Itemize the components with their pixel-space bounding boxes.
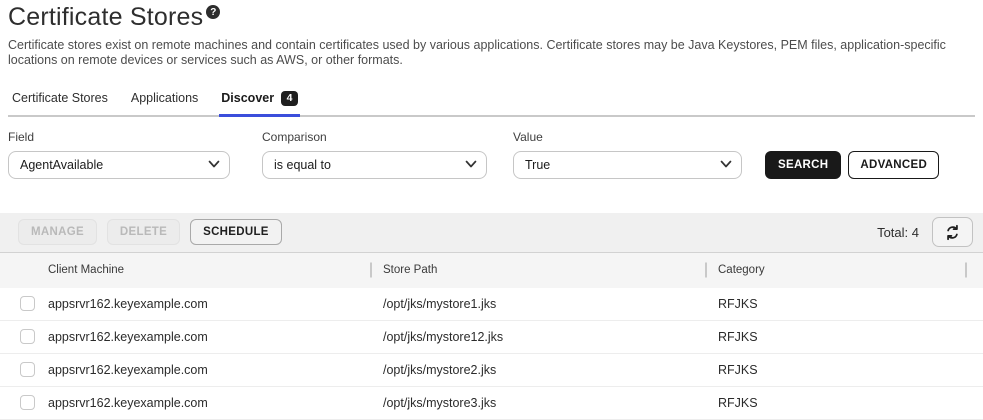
header-end-cell [965,253,983,288]
tab-label: Certificate Stores [12,91,108,105]
refresh-icon [943,223,962,242]
tab-discover[interactable]: Discover 4 [219,91,300,117]
table-row[interactable]: appsrvr162.keyexample.com /opt/jks/mysto… [0,288,983,321]
table-header: Client Machine Store Path Category [0,253,983,288]
tab-certificate-stores[interactable]: Certificate Stores [10,91,110,115]
column-header-client-machine[interactable]: Client Machine [40,264,370,276]
value-label: Value [513,130,742,144]
cell-store-path: /opt/jks/mystore12.jks [370,330,705,344]
manage-button[interactable]: MANAGE [18,219,97,245]
page-header: Certificate Stores ? Certificate stores … [0,0,983,179]
cell-category: RFJKS [705,330,965,344]
table-row[interactable]: appsrvr162.keyexample.com /opt/jks/mysto… [0,321,983,354]
field-group: Field AgentAvailable [8,130,230,179]
column-header-category[interactable]: Category [705,264,965,276]
results-grid: MANAGE DELETE SCHEDULE Total: 4 Client M… [0,213,983,420]
row-checkbox[interactable] [20,395,35,410]
chevron-down-icon [208,160,220,169]
column-header-store-path[interactable]: Store Path [370,264,705,276]
delete-button[interactable]: DELETE [107,219,180,245]
comparison-group: Comparison is equal to [262,130,487,179]
cell-client-machine: appsrvr162.keyexample.com [40,297,370,311]
cell-client-machine: appsrvr162.keyexample.com [40,396,370,410]
comparison-label: Comparison [262,130,487,144]
tab-label: Applications [131,91,198,105]
value-group: Value True [513,130,742,179]
certificate-stores-page: Certificate Stores ? Certificate stores … [0,0,983,420]
chevron-down-icon [465,160,477,169]
grid-toolbar: MANAGE DELETE SCHEDULE Total: 4 [0,213,983,253]
cell-client-machine: appsrvr162.keyexample.com [40,330,370,344]
tab-label: Discover [221,91,274,105]
comparison-select[interactable]: is equal to [262,151,487,179]
chevron-down-icon [720,160,732,169]
discover-count-badge: 4 [281,91,298,106]
advanced-button[interactable]: ADVANCED [848,151,939,179]
refresh-button[interactable] [932,217,973,247]
field-select[interactable]: AgentAvailable [8,151,230,179]
row-checkbox[interactable] [20,362,35,377]
search-button[interactable]: SEARCH [765,151,841,179]
value-select[interactable]: True [513,151,742,179]
field-label: Field [8,130,230,144]
cell-store-path: /opt/jks/mystore2.jks [370,363,705,377]
value-select-value: True [525,158,550,172]
cell-store-path: /opt/jks/mystore3.jks [370,396,705,410]
cell-store-path: /opt/jks/mystore1.jks [370,297,705,311]
page-title: Certificate Stores [8,3,203,32]
cell-category: RFJKS [705,297,965,311]
cell-category: RFJKS [705,363,965,377]
tab-bar: Certificate Stores Applications Discover… [8,91,975,117]
row-checkbox[interactable] [20,329,35,344]
title-row: Certificate Stores ? [8,3,975,32]
field-select-value: AgentAvailable [20,158,103,172]
page-description: Certificate stores exist on remote machi… [8,38,950,67]
table-row[interactable]: appsrvr162.keyexample.com /opt/jks/mysto… [0,354,983,387]
total-count: Total: 4 [877,225,919,240]
comparison-select-value: is equal to [274,158,331,172]
cell-category: RFJKS [705,396,965,410]
tab-applications[interactable]: Applications [129,91,200,115]
search-form: Field AgentAvailable Comparison is equal… [8,130,975,179]
table-row[interactable]: appsrvr162.keyexample.com /opt/jks/mysto… [0,387,983,420]
schedule-button[interactable]: SCHEDULE [190,219,282,245]
row-checkbox[interactable] [20,296,35,311]
help-icon[interactable]: ? [206,5,220,19]
cell-client-machine: appsrvr162.keyexample.com [40,363,370,377]
